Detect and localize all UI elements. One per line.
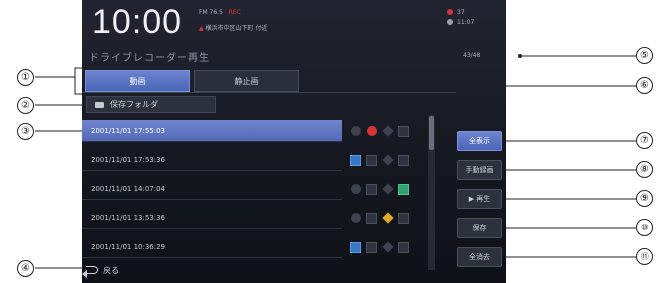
location-status: ▲ 横浜市中区山下町 付近 [199,23,267,32]
event-indicator-icon [398,241,409,253]
caution-indicator-icon [381,183,394,195]
red-dot-icon [447,9,453,15]
impact-indicator-icon [366,241,377,253]
back-label: 戻る [103,265,119,275]
tab-divider [82,92,456,93]
callout-5: ⑤ [636,47,653,64]
gray-dot-icon [447,19,453,25]
event-indicator-icon [398,212,409,224]
back-button[interactable]: 戻る [82,262,119,278]
manual-rec-indicator-icon [350,154,361,166]
manual-rec-indicator-icon [350,241,361,253]
callout-10: ⑩ [636,219,653,236]
status-top: FM 76.5 REC [199,9,241,16]
radio-status: FM 76.5 [199,9,223,16]
location-text: 横浜市中区山下町 付近 [205,25,268,32]
show-all-button[interactable]: 全表示 [457,131,502,151]
clock: 10:00 [92,3,183,41]
play-button[interactable]: ▶ 再生 [457,189,502,209]
impact-indicator-icon [366,154,377,166]
callout-7: ⑦ [636,132,653,149]
parking-indicator-icon [398,183,409,195]
event-indicator-icon [398,125,409,137]
saved-folder-button[interactable]: 保存フォルダ [86,96,216,113]
folder-icon [95,101,104,108]
page-title: ドライブレコーダー再生 [89,53,210,64]
impact-indicator-icon [366,212,377,224]
drive-recorder-screen: 10:00 FM 76.5 REC ▲ 横浜市中区山下町 付近 37 11:07… [82,0,506,283]
rec-status: REC [228,9,241,16]
indicator-row [350,178,409,200]
impact-indicator-icon [366,126,377,136]
callout-3: ③ [17,123,34,140]
callout-11: ⑪ [636,248,653,265]
manual-record-button[interactable]: 手動録画 [457,160,502,180]
list-item[interactable]: 2001/11/01 13:53:36 [82,207,342,229]
tab-video[interactable]: 動画 [85,70,190,92]
tab-still-image[interactable]: 静止画 [194,70,299,92]
indicator-row [350,236,409,258]
callout-4: ④ [17,260,34,277]
location-arrow-icon: ▲ [199,25,204,32]
list-item[interactable]: 2001/11/01 17:55:03 [82,120,342,142]
save-button[interactable]: 保存 [457,218,502,238]
gps-indicator-icon [350,184,361,194]
back-arrow-icon [82,266,98,278]
list-item[interactable]: 2001/11/01 17:53:36 [82,149,342,171]
impact-indicator-icon [366,183,377,195]
callout-9: ⑨ [636,190,653,207]
gps-indicator-icon [350,213,361,223]
indicator-row [350,149,409,171]
status-right-1: 37 [457,9,465,16]
callout-6: ⑥ [636,77,653,94]
status-right-2: 11:07 [457,19,475,26]
callout-1: ① [17,69,34,86]
caution-indicator-icon [381,212,394,224]
status-right: 37 11:07 [447,8,474,28]
delete-all-button[interactable]: 全消去 [457,247,502,267]
list-item[interactable]: 2001/11/01 14:07:04 [82,178,342,200]
indicator-row [350,120,409,142]
saved-folder-label: 保存フォルダ [110,100,158,109]
callout-8: ⑧ [636,161,653,178]
callout-2: ② [17,97,34,114]
indicator-row [350,207,409,229]
caution-indicator-icon [381,241,394,253]
gps-indicator-icon [350,126,361,136]
scrollbar-thumb[interactable] [429,116,434,150]
caution-indicator-icon [381,154,394,166]
item-count: 43/48 [463,52,481,59]
caution-indicator-icon [381,125,394,137]
event-indicator-icon [398,154,409,166]
list-item[interactable]: 2001/11/01 10:36:29 [82,236,342,258]
